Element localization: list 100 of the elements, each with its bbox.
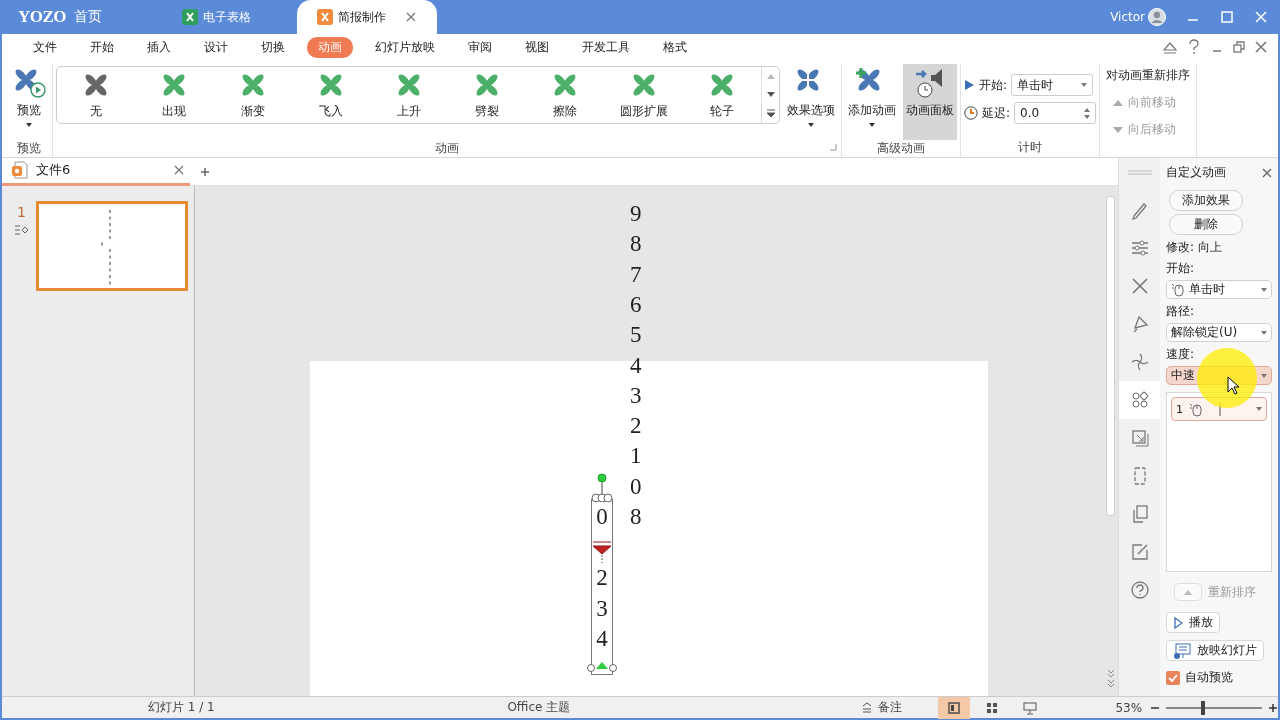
slider-thumb[interactable] xyxy=(1200,700,1205,715)
motion-start-icon[interactable] xyxy=(592,540,612,555)
up-triangle-icon xyxy=(1183,588,1193,596)
notes-icon xyxy=(861,702,872,713)
menu-tab[interactable]: 插入 xyxy=(136,36,182,58)
spreadsheet-icon xyxy=(182,9,199,25)
start-dropdown[interactable]: 单击时 xyxy=(1011,74,1094,96)
zoom-slider[interactable] xyxy=(1166,700,1262,715)
animation-option[interactable]: 飞入 xyxy=(293,70,368,120)
animation-option[interactable]: 圆形扩展 xyxy=(606,70,681,120)
pointer-icon xyxy=(1227,376,1241,396)
close-icon[interactable] xyxy=(1254,40,1268,54)
group-label: 动画 xyxy=(435,140,459,157)
more-icon[interactable] xyxy=(765,109,776,119)
dropdown-arrow-icon xyxy=(1261,330,1267,335)
menu-tab[interactable]: 设计 xyxy=(193,36,239,58)
slide-digit: 8 xyxy=(630,503,642,531)
auto-preview-checkbox[interactable]: 自动预览 xyxy=(1166,669,1272,686)
avatar[interactable] xyxy=(1148,8,1166,26)
selection-handles-drawing[interactable] xyxy=(591,473,613,503)
help-icon xyxy=(1129,580,1150,600)
menu-tab[interactable]: 幻灯片放映 xyxy=(364,36,446,58)
theme-name: Office 主题 xyxy=(507,699,572,716)
menu-tab[interactable]: 开始 xyxy=(79,36,125,58)
field-label: 速度: xyxy=(1166,346,1196,363)
slide-digit: 3 xyxy=(630,381,642,410)
slide-digit: 6 xyxy=(630,290,642,319)
animation-marker-icon xyxy=(14,224,29,236)
play-button[interactable]: 播放 xyxy=(1166,612,1220,633)
mouse-icon xyxy=(1171,282,1185,297)
help-icon[interactable] xyxy=(1186,39,1202,55)
field-label: 开始: xyxy=(1166,260,1196,277)
timing-label: 开始: xyxy=(979,76,1008,94)
group-label: 计时 xyxy=(1018,139,1042,156)
menu-tab[interactable]: 格式 xyxy=(652,36,698,58)
page-nav-icon[interactable] xyxy=(1106,669,1115,688)
drag-handle-icon[interactable] xyxy=(1127,170,1152,175)
animation-option[interactable]: 轮子 xyxy=(684,70,759,120)
menu-tab[interactable]: 文件 xyxy=(22,36,68,58)
app-tab[interactable]: 简报制作 xyxy=(297,0,438,34)
shapes-grid-icon xyxy=(1129,390,1150,410)
slide-number: 1 xyxy=(17,204,26,220)
presentation-view-icon xyxy=(1022,700,1037,715)
slide-digit: 7 xyxy=(630,260,642,289)
ribbon-button[interactable]: 添加动画 xyxy=(845,64,899,140)
presentation-icon xyxy=(317,9,334,25)
delete-button[interactable]: 删除 xyxy=(1169,214,1243,235)
dropdown-arrow-icon xyxy=(1261,287,1267,292)
resize-handle[interactable] xyxy=(609,664,617,672)
motion-end-icon[interactable] xyxy=(595,661,609,670)
new-tab-icon[interactable] xyxy=(200,166,210,177)
down-triangle-icon xyxy=(1112,124,1125,135)
app-logo: YOZO xyxy=(18,7,67,27)
clock-icon xyxy=(964,106,978,120)
maximize-icon[interactable] xyxy=(1220,10,1234,24)
resize-handle[interactable] xyxy=(587,664,595,672)
play-icon xyxy=(1173,616,1183,629)
dropdown-arrow-icon xyxy=(1261,373,1267,378)
close-icon[interactable] xyxy=(1262,167,1272,178)
path-dropdown[interactable]: 解除锁定(U) xyxy=(1166,323,1272,342)
slide-thumbnail[interactable] xyxy=(39,204,185,288)
notes-button[interactable]: 备注 xyxy=(861,699,932,716)
view-button[interactable] xyxy=(937,696,970,719)
slide-digit: 9 xyxy=(630,200,642,228)
mouse-icon xyxy=(1189,401,1203,417)
scrollbar-thumb[interactable] xyxy=(1106,196,1115,516)
slide-digit: 2 xyxy=(596,563,608,594)
animation-option[interactable]: 出现 xyxy=(137,70,212,120)
animation-option[interactable]: 渐变 xyxy=(215,70,290,120)
slide-digit: 0 xyxy=(630,472,642,501)
start-dropdown[interactable]: 单击时 xyxy=(1166,280,1272,299)
close-icon[interactable] xyxy=(405,11,418,23)
ribbon-button[interactable]: 动画面板 xyxy=(903,64,957,140)
sliders-icon xyxy=(1129,238,1150,258)
menu-tab[interactable]: 切换 xyxy=(250,36,296,58)
add-effect-button[interactable]: 添加效果 xyxy=(1169,190,1243,211)
restore-icon[interactable] xyxy=(1232,40,1246,54)
delay-spinbox[interactable]: 0.0 xyxy=(1014,102,1097,124)
menu-tab[interactable]: 开发工具 xyxy=(571,36,641,58)
close-icon[interactable] xyxy=(174,165,184,175)
animation-option[interactable]: 擦除 xyxy=(528,70,603,120)
zoom-in-icon[interactable] xyxy=(1267,702,1278,713)
play-icon xyxy=(964,79,975,91)
group-label: 高级动画 xyxy=(877,140,925,157)
caret-icon xyxy=(869,123,875,127)
slideshow-button[interactable]: 放映幻灯片 xyxy=(1166,640,1264,661)
ribbon-button[interactable]: 效果选项 xyxy=(784,64,838,140)
normal-view-icon xyxy=(946,700,961,715)
caret-icon xyxy=(26,123,32,127)
ribbon-button[interactable]: 预览 xyxy=(9,64,49,140)
zoom-percent[interactable]: 53% xyxy=(1115,700,1143,715)
animation-option[interactable]: 无 xyxy=(59,70,134,120)
side-panel-tab[interactable] xyxy=(1118,381,1161,419)
menu-tab[interactable]: 视图 xyxy=(514,36,560,58)
pinwheel-icon xyxy=(1129,352,1150,372)
animation-option[interactable]: 上升 xyxy=(372,70,446,120)
field-label: 路径: xyxy=(1166,303,1196,320)
menu-tab[interactable]: 审阅 xyxy=(457,36,503,58)
selection-frame[interactable]: 0 2 3 4 xyxy=(591,499,613,675)
animation-option[interactable]: 劈裂 xyxy=(450,70,525,120)
